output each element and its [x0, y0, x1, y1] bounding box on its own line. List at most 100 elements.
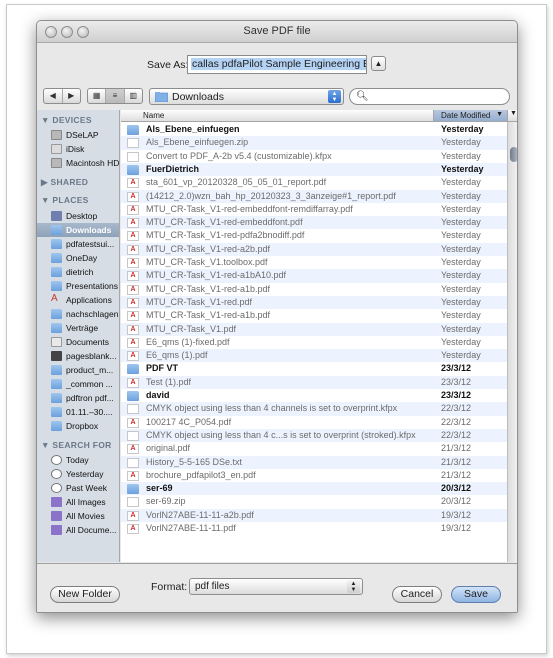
- list-item[interactable]: E6_qms (1).pdf Yesterday: [121, 349, 507, 363]
- search-input[interactable]: [368, 90, 502, 103]
- list-item[interactable]: MTU_CR-Task_V1-red-a1b.pdf Yesterday: [121, 283, 507, 296]
- list-item[interactable]: 100217 4C_P054.pdf 22/3/12: [121, 416, 507, 429]
- sidebar-item-all-images[interactable]: All Images: [37, 495, 119, 509]
- list-item[interactable]: (14212_2.0)wzn_bah_hp_20120323_3_3anzeig…: [121, 189, 507, 203]
- list-item[interactable]: sta_601_vp_20120328_05_05_01_report.pdf Y…: [121, 176, 507, 189]
- idisk-icon: [51, 144, 62, 154]
- list-item[interactable]: CMYK object using less than 4 channels i…: [121, 402, 507, 416]
- sidebar-item-macintosh-hd[interactable]: Macintosh HD: [37, 156, 119, 170]
- list-item[interactable]: VorlN27ABE-11-11-a2b.pdf 19/3/12: [121, 508, 507, 522]
- list-item[interactable]: original.pdf 21/3/12: [121, 442, 507, 455]
- list-item[interactable]: MTU_CR-Task_V1-red-a1b.pdf Yesterday: [121, 309, 507, 322]
- sidebar-item-common[interactable]: _common ...: [37, 377, 119, 391]
- vertical-scrollbar[interactable]: [507, 122, 517, 562]
- sidebar-item-today[interactable]: Today: [37, 453, 119, 467]
- sidebar-item-product-m[interactable]: product_m...: [37, 363, 119, 377]
- sidebar-heading-devices[interactable]: ▼ DEVICES: [41, 115, 92, 125]
- sidebar: ▼ DEVICES DSeLAP iDisk Macintosh HD ▶ SH…: [37, 110, 120, 562]
- list-item[interactable]: FuerDietrich Yesterday: [121, 162, 507, 177]
- sidebar-item-all-movies[interactable]: All Movies: [37, 509, 119, 523]
- sidebar-item-pagesblank[interactable]: pagesblank...: [37, 349, 119, 363]
- sidebar-item-presentations[interactable]: Presentations: [37, 279, 119, 293]
- file-date: 22/3/12: [441, 429, 472, 440]
- file-name: (14212_2.0)wzn_bah_hp_20120323_3_3anzeig…: [146, 190, 396, 201]
- list-item[interactable]: ser-69.zip 20/3/12: [121, 495, 507, 508]
- list-item[interactable]: E6_qms (1)-fixed.pdf Yesterday: [121, 336, 507, 349]
- list-item[interactable]: Als_Ebene_einfuegen.zip Yesterday: [121, 136, 507, 150]
- scrollbar-thumb[interactable]: [510, 147, 517, 162]
- file-date: 23/3/12: [441, 376, 472, 387]
- sidebar-item-nachschlagen[interactable]: nachschlagen: [37, 307, 119, 321]
- expand-dialog-button[interactable]: ▲: [371, 56, 386, 71]
- sidebar-item-documents[interactable]: Documents: [37, 335, 119, 349]
- list-item[interactable]: Als_Ebene_einfuegen Yesterday: [121, 123, 507, 136]
- list-item[interactable]: PDF VT 23/3/12: [121, 362, 507, 375]
- file-date: Yesterday: [441, 336, 481, 347]
- pdf-file-icon: [127, 218, 139, 229]
- file-date: Yesterday: [441, 243, 481, 254]
- file-date: Yesterday: [441, 323, 481, 334]
- sidebar-item-idisk[interactable]: iDisk: [37, 142, 119, 156]
- location-popup[interactable]: Downloads ▲ ▼: [149, 88, 344, 105]
- icon-view-button[interactable]: ▦: [88, 89, 105, 103]
- sidebar-item-past-week[interactable]: Past Week: [37, 481, 119, 495]
- sidebar-item-oneday[interactable]: OneDay: [37, 251, 119, 265]
- save-button[interactable]: Save: [451, 586, 501, 603]
- sidebar-item-dselap[interactable]: DSeLAP: [37, 128, 119, 142]
- list-item[interactable]: Test (1).pdf 23/3/12: [121, 375, 507, 389]
- title-bar[interactable]: Save PDF file: [37, 21, 517, 43]
- cancel-button[interactable]: Cancel: [392, 586, 442, 603]
- sidebar-item-yesterday[interactable]: Yesterday: [37, 467, 119, 481]
- list-item[interactable]: VorlN27ABE-11-11.pdf 19/3/12: [121, 522, 507, 535]
- list-view-button[interactable]: ≡: [105, 89, 124, 103]
- search-field[interactable]: 🔍︎: [349, 88, 510, 105]
- sidebar-item-desktop[interactable]: Desktop: [37, 209, 119, 223]
- new-folder-button[interactable]: New Folder: [50, 586, 120, 603]
- sidebar-item-dietrich[interactable]: dietrich: [37, 265, 119, 279]
- file-name: original.pdf: [146, 443, 191, 454]
- file-name: CMYK object using less than 4 channels i…: [146, 403, 398, 414]
- format-popup[interactable]: pdf files ▲ ▼: [189, 578, 363, 595]
- pdf-file-icon: [127, 524, 139, 534]
- sidebar-item-pdfatestsui[interactable]: pdfatestsui...: [37, 237, 119, 251]
- sidebar-item-date-range[interactable]: 01.11.–30....: [37, 405, 119, 419]
- list-item[interactable]: MTU_CR-Task_V1-red-a1bA10.pdf Yesterday: [121, 269, 507, 283]
- forward-button[interactable]: ▶: [61, 89, 81, 103]
- date-modified-column-header[interactable]: Date Modified ▼: [433, 110, 507, 121]
- list-item[interactable]: MTU_CR-Task_V1-red.pdf Yesterday: [121, 295, 507, 310]
- sidebar-heading-shared[interactable]: ▶ SHARED: [41, 177, 88, 188]
- pdf-file-icon: [127, 444, 139, 455]
- column-options-icon[interactable]: ▼: [507, 110, 517, 121]
- list-item[interactable]: ser-69 20/3/12: [121, 482, 507, 496]
- file-date: 21/3/12: [441, 443, 472, 454]
- folder-icon: [51, 379, 62, 389]
- sidebar-item-dropbox[interactable]: Dropbox: [37, 419, 119, 433]
- list-item[interactable]: MTU_CR-Task_V1-red-embeddfont.pdf Yesterd…: [121, 216, 507, 230]
- list-item[interactable]: MTU_CR-Task_V1-red-a2b.pdf Yesterday: [121, 242, 507, 256]
- list-item[interactable]: Convert to PDF_A-2b v5.4 (customizable).…: [121, 150, 507, 163]
- sidebar-heading-search-for[interactable]: ▼ SEARCH FOR: [41, 440, 112, 450]
- name-column-header[interactable]: Name: [143, 111, 164, 120]
- column-view-button[interactable]: ▥: [123, 89, 142, 103]
- file-date: 21/3/12: [441, 469, 472, 480]
- back-button[interactable]: ◀: [44, 89, 62, 103]
- file-name: PDF VT: [146, 363, 179, 374]
- list-item[interactable]: brochure_pdfapilot3_en.pdf 21/3/12: [121, 469, 507, 482]
- sidebar-item-applications[interactable]: A Applications: [37, 293, 119, 307]
- list-item[interactable]: david 23/3/12: [121, 389, 507, 402]
- sidebar-item-vertraege[interactable]: Verträge: [37, 321, 119, 335]
- file-date: Yesterday: [441, 203, 481, 214]
- list-item[interactable]: History_5-5-165 DSe.txt 21/3/12: [121, 455, 507, 469]
- list-item[interactable]: MTU_CR-Task_V1.toolbox.pdf Yesterday: [121, 256, 507, 269]
- list-item[interactable]: MTU_CR-Task_V1-red-pdfa2bnodiff.pdf Yeste…: [121, 229, 507, 242]
- sidebar-heading-places[interactable]: ▼ PLACES: [41, 195, 89, 205]
- save-as-input[interactable]: callas pdfaPilot Sample Engineering EN: [187, 55, 367, 74]
- file-date: Yesterday: [441, 257, 481, 267]
- sidebar-item-pdftron[interactable]: pdftron pdf...: [37, 391, 119, 405]
- sidebar-item-all-documents[interactable]: All Docume...: [37, 523, 119, 537]
- list-item[interactable]: MTU_CR-Task_V1.pdf Yesterday: [121, 322, 507, 336]
- list-item[interactable]: MTU_CR-Task_V1-red-embeddfont-remdiffarr…: [121, 203, 507, 216]
- sidebar-item-downloads[interactable]: Downloads: [37, 223, 119, 237]
- list-item[interactable]: CMYK object using less than 4 c...s is s…: [121, 428, 507, 443]
- location-label: Downloads: [172, 91, 224, 103]
